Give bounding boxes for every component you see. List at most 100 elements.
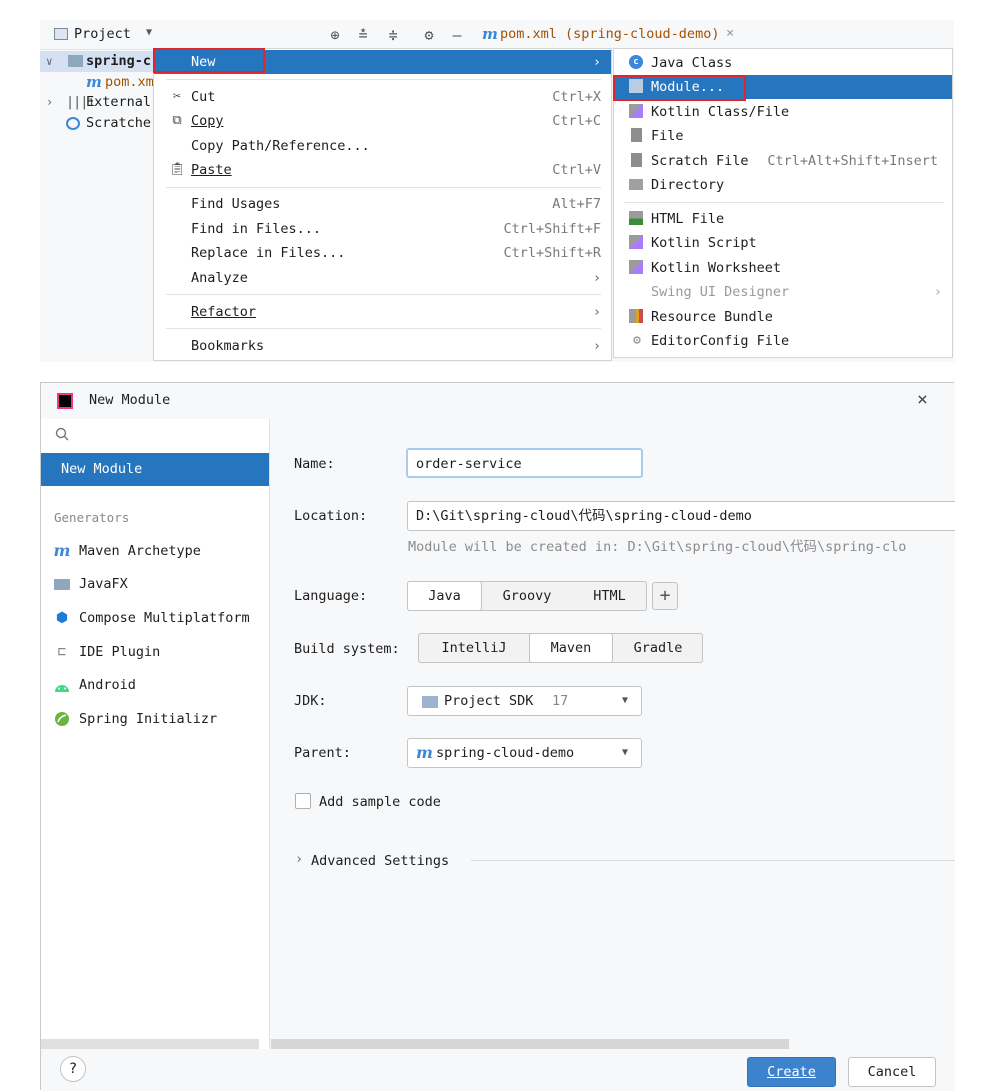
generator-maven-archetype[interactable]: m Maven Archetype [41, 538, 269, 564]
list-item-label: New Module [61, 461, 143, 477]
tree-item-scratches[interactable]: Scratche [40, 113, 156, 134]
language-groovy[interactable]: Groovy [482, 582, 572, 610]
kotlin-script-icon [629, 235, 643, 249]
dialog-title-bar: New Module × [41, 383, 955, 419]
submenu-item-editorconfig[interactable]: ⚙ EditorConfig File [614, 329, 952, 353]
tree-item-external-libraries[interactable]: › |||ı External [40, 92, 156, 113]
horizontal-scrollbar[interactable] [271, 1039, 789, 1049]
collapse-all-icon[interactable]: ≑ [384, 26, 402, 44]
shortcut: Ctrl+V [552, 162, 601, 178]
submenu-item-file[interactable]: File [614, 124, 952, 148]
chevron-right-icon: › [592, 270, 601, 286]
submenu-item-java-class[interactable]: c Java Class [614, 51, 952, 75]
menu-item-find-in-files[interactable]: Find in Files... Ctrl+Shift+F [154, 217, 611, 241]
submenu-item-directory[interactable]: Directory [614, 173, 952, 197]
submenu-item-resource-bundle[interactable]: Resource Bundle [614, 305, 952, 329]
project-title[interactable]: Project [74, 26, 131, 42]
scratches-icon [66, 117, 80, 130]
menu-item-label: EditorConfig File [651, 333, 790, 349]
search-icon[interactable] [55, 427, 69, 441]
menu-item-label: Cut [191, 89, 216, 105]
menu-item-copy-path[interactable]: Copy Path/Reference... [154, 134, 611, 158]
submenu-item-html-file[interactable]: HTML File [614, 207, 952, 231]
minimize-icon[interactable]: — [448, 26, 466, 44]
sample-code-label[interactable]: Add sample code [319, 792, 441, 812]
close-icon[interactable]: × [917, 389, 928, 410]
chevron-right-icon[interactable]: › [295, 851, 303, 867]
generator-ide-plugin[interactable]: ⊏ IDE Plugin [41, 639, 269, 665]
compose-icon: ⬢ [55, 610, 69, 626]
jdk-value: Project SDK [444, 693, 534, 709]
submenu-item-kotlin-worksheet[interactable]: Kotlin Worksheet [614, 256, 952, 280]
submenu-item-kotlin-class[interactable]: Kotlin Class/File [614, 100, 952, 124]
submenu-item-scratch-file[interactable]: Scratch File Ctrl+Alt+Shift+Insert [614, 149, 952, 173]
chevron-down-icon[interactable]: ▼ [146, 27, 152, 38]
chevron-right-icon[interactable]: › [46, 92, 53, 113]
locate-icon[interactable]: ⊕ [326, 26, 344, 44]
menu-item-bookmarks[interactable]: Bookmarks › [154, 334, 611, 358]
parent-value: spring-cloud-demo [436, 745, 575, 761]
chevron-right-icon: › [592, 304, 601, 320]
menu-item-analyze[interactable]: Analyze › [154, 266, 611, 290]
tree-item-label: External [86, 94, 152, 110]
build-gradle[interactable]: Gradle [613, 634, 703, 662]
language-label: Language: [294, 588, 368, 604]
build-system-label: Build system: [294, 641, 400, 657]
scissors-icon: ✂ [173, 89, 181, 104]
gear-icon[interactable]: ⚙ [420, 26, 438, 44]
menu-item-paste[interactable]: 📋︎ Paste Ctrl+V [154, 158, 611, 182]
generator-label: Android [79, 677, 136, 693]
module-form: Name: order-service Location: D:\Git\spr… [271, 419, 955, 1049]
sample-code-checkbox[interactable] [295, 793, 311, 809]
help-button[interactable]: ? [60, 1056, 86, 1082]
dialog-title: New Module [89, 392, 171, 408]
menu-item-label: Analyze [191, 270, 248, 286]
file-icon [631, 128, 642, 142]
shortcut: Ctrl+Shift+F [503, 221, 601, 237]
list-item-new-module[interactable]: New Module [41, 453, 269, 486]
jdk-label: JDK: [294, 693, 327, 709]
menu-item-refactor[interactable]: Refactor › [154, 300, 611, 324]
left-scrollbar[interactable] [41, 1039, 259, 1049]
build-maven[interactable]: Maven [529, 633, 613, 663]
tree-item-label: Scratche [86, 115, 152, 131]
language-html[interactable]: HTML [572, 582, 647, 610]
generator-label: JavaFX [79, 576, 128, 592]
dialog-footer: ? Create Cancel [41, 1049, 955, 1091]
name-input[interactable]: order-service [406, 448, 643, 478]
menu-item-find-usages[interactable]: Find Usages Alt+F7 [154, 192, 611, 216]
submenu-item-kotlin-script[interactable]: Kotlin Script [614, 231, 952, 255]
html-file-icon [629, 211, 643, 225]
location-input[interactable]: D:\Git\spring-cloud\代码\spring-cloud-demo [407, 501, 955, 531]
generator-javafx[interactable]: JavaFX [41, 571, 269, 597]
close-icon[interactable]: × [726, 25, 734, 41]
jdk-dropdown[interactable]: Project SDK 17 ▼ [407, 686, 642, 716]
language-java[interactable]: Java [407, 581, 482, 611]
advanced-settings-toggle[interactable]: Advanced Settings [311, 851, 449, 871]
create-button[interactable]: Create [747, 1057, 836, 1087]
menu-item-cut[interactable]: ✂ Cut Ctrl+X [154, 85, 611, 109]
cancel-button[interactable]: Cancel [848, 1057, 936, 1087]
ide-window: Project ▼ ⊕ ≛ ≑ ⚙ — m pom.xml (spring-cl… [40, 20, 954, 362]
shortcut: Ctrl+X [552, 89, 601, 105]
kotlin-file-icon [629, 104, 643, 118]
menu-item-replace-in-files[interactable]: Replace in Files... Ctrl+Shift+R [154, 241, 611, 265]
parent-dropdown[interactable]: m spring-cloud-demo ▼ [407, 738, 642, 768]
generator-compose-multiplatform[interactable]: ⬢ Compose Multiplatform [41, 605, 269, 631]
context-menu: New › ✂ Cut Ctrl+X ⧉ Copy Ctrl+C Copy Pa… [153, 48, 612, 361]
editor-tab-pom[interactable]: m pom.xml (spring-cloud-demo) × [478, 20, 778, 50]
sdk-folder-icon [422, 696, 438, 708]
generator-android[interactable]: Android [41, 672, 269, 698]
add-language-button[interactable]: + [652, 582, 678, 610]
menu-item-copy[interactable]: ⧉ Copy Ctrl+C [154, 109, 611, 133]
generator-spring-initializr[interactable]: Spring Initializr [41, 706, 269, 732]
menu-item-label: File [651, 128, 684, 144]
tree-item-root[interactable]: ∨ spring-c [40, 51, 156, 72]
generator-label: Maven Archetype [79, 543, 201, 559]
chevron-down-icon[interactable]: ∨ [46, 51, 53, 72]
tree-item-pom[interactable]: m pom.xm [40, 72, 156, 93]
menu-item-label: Find Usages [191, 196, 281, 212]
expand-all-icon[interactable]: ≛ [354, 26, 372, 44]
menu-item-label: Directory [651, 177, 725, 193]
build-intellij[interactable]: IntelliJ [419, 634, 529, 662]
